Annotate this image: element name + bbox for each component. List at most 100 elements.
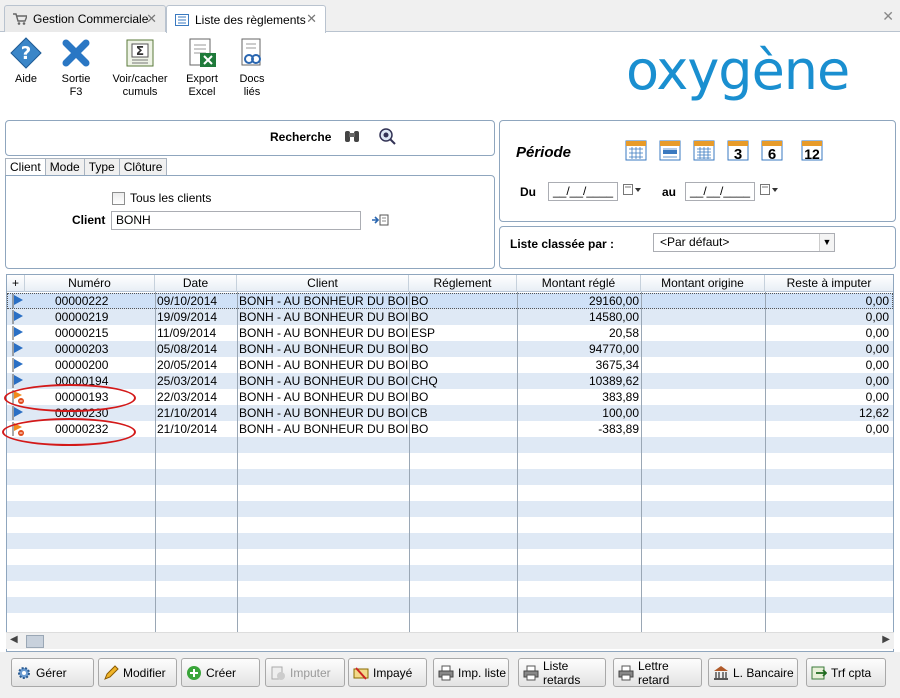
cell-montant-origine	[643, 405, 763, 421]
toolbar: ? Aide Sortie F3 Σ Voir/cacher cumuls Expo…	[0, 33, 900, 113]
binoculars-icon[interactable]	[344, 128, 360, 147]
col-client[interactable]: Client	[237, 275, 409, 292]
cell-reglement: BO	[411, 390, 429, 404]
empty-table-row	[7, 437, 893, 453]
table-row[interactable]: 00000222 09/10/2014 BONH - AU BONHEUR DU B…	[7, 293, 893, 309]
subtab-cloture[interactable]: Clôture	[118, 158, 168, 175]
empty-table-row	[7, 597, 893, 613]
l-bancaire-button[interactable]: L. Bancaire	[708, 658, 798, 687]
oxygene-logo: oxygène	[626, 39, 886, 102]
liste-retards-button[interactable]: Liste retards	[518, 658, 606, 687]
cell-montant-origine	[643, 325, 763, 341]
cell-client: BONH - AU BONHEUR DU BOIS	[239, 374, 409, 388]
calendar-dropdown-icon[interactable]	[760, 184, 780, 199]
imp-liste-button[interactable]: Imp. liste	[433, 658, 509, 687]
cell-date: 05/08/2014	[157, 342, 218, 356]
table-row[interactable]: 00000219 19/09/2014 BONH - AU BONHEUR DU B…	[7, 309, 893, 325]
reglements-grid: + Numéro Date Client Réglement Montant r…	[6, 274, 894, 652]
tous-clients-checkbox[interactable]	[112, 192, 125, 205]
svg-text:?: ?	[21, 43, 31, 64]
client-input[interactable]: BONH	[111, 211, 361, 230]
close-tab-icon[interactable]: ✕	[306, 11, 317, 27]
tri-select[interactable]: <Par défaut> ▼	[653, 233, 835, 252]
date-au-input[interactable]: __/__/____	[685, 182, 755, 201]
table-row[interactable]: 00000194 25/03/2014 BONH - AU BONHEUR DU B…	[7, 373, 893, 389]
periode-panel: Période Du __/__/____ au __/__/____	[499, 120, 896, 222]
calendar-week-icon[interactable]	[659, 138, 681, 162]
col-numero[interactable]: Numéro	[25, 275, 155, 292]
cell-montant-regle: 3675,34	[595, 358, 639, 372]
col-montant-origine[interactable]: Montant origine	[641, 275, 765, 292]
column-divider	[155, 292, 156, 635]
horizontal-scrollbar[interactable]: ◀ ▶	[6, 632, 894, 649]
annotation-circle	[4, 384, 136, 412]
gerer-button[interactable]: Gérer	[11, 658, 94, 687]
tab-liste-reglements[interactable]: Liste des règlements ✕	[166, 5, 326, 33]
cell-numero: 00000215	[55, 326, 109, 340]
close-tab-icon[interactable]: ✕	[146, 11, 157, 27]
date-du-input[interactable]: __/__/____	[548, 182, 618, 201]
voir-cacher-cumuls-button[interactable]: Σ Voir/cacher cumuls	[112, 37, 168, 99]
subtab-mode[interactable]: Mode	[44, 158, 85, 175]
cell-client: BONH - AU BONHEUR DU BOIS	[239, 342, 409, 356]
cell-date: 22/03/2014	[157, 390, 218, 404]
calendar-6-months-icon[interactable]: 6	[761, 138, 783, 163]
subtab-client[interactable]: Client	[5, 158, 46, 176]
imputer-button: Imputer	[265, 658, 345, 687]
client-lookup-icon[interactable]	[371, 213, 389, 230]
cell-date: 21/10/2014	[157, 422, 218, 436]
lettre-retard-button[interactable]: Lettre retard	[613, 658, 702, 687]
document-tab-bar: Gestion Commerciale ✕ Liste des règlemen…	[0, 0, 900, 33]
table-row[interactable]: 00000193 22/03/2014 BONH - AU BONHEUR DU B…	[7, 389, 893, 405]
sortie-button[interactable]: Sortie F3	[50, 37, 102, 99]
close-window-icon[interactable]: ✕	[882, 8, 894, 25]
calendar-dropdown-icon[interactable]	[623, 184, 643, 199]
search-magnifier-icon[interactable]	[378, 127, 396, 148]
blue-flag-icon	[11, 309, 25, 325]
column-divider	[641, 292, 642, 635]
chevron-down-icon[interactable]: ▼	[819, 234, 834, 251]
cell-numero: 00000222	[55, 294, 109, 308]
col-date[interactable]: Date	[155, 275, 237, 292]
column-divider	[237, 292, 238, 635]
col-reste-imputer[interactable]: Reste à imputer	[765, 275, 893, 292]
table-row[interactable]: 00000200 20/05/2014 BONH - AU BONHEUR DU B…	[7, 357, 893, 373]
table-row[interactable]: 00000203 05/08/2014 BONH - AU BONHEUR DU B…	[7, 341, 893, 357]
empty-table-row	[7, 485, 893, 501]
scroll-right-icon[interactable]: ▶	[882, 634, 890, 645]
tab-gestion-commerciale[interactable]: Gestion Commerciale ✕	[4, 5, 166, 32]
scroll-thumb[interactable]	[26, 635, 44, 648]
cell-numero: 00000203	[55, 342, 109, 356]
transfer-icon	[811, 665, 828, 681]
column-divider	[765, 292, 766, 635]
cart-icon	[13, 13, 29, 25]
empty-table-row	[7, 613, 893, 629]
modifier-button[interactable]: Modifier	[98, 658, 177, 687]
logo-text: oxygène	[626, 41, 849, 101]
export-excel-button[interactable]: Export Excel	[176, 37, 228, 99]
table-row[interactable]: 00000215 11/09/2014 BONH - AU BONHEUR DU B…	[7, 325, 893, 341]
table-row[interactable]: 00000232 21/10/2014 BONH - AU BONHEUR DU B…	[7, 421, 893, 437]
trf-cpta-button[interactable]: Trf cpta	[806, 658, 886, 687]
scroll-left-icon[interactable]: ◀	[10, 634, 18, 645]
empty-table-row	[7, 565, 893, 581]
creer-button[interactable]: Créer	[181, 658, 260, 687]
bottom-button-bar: Gérer Modifier Créer Imputer Impayé Imp.…	[0, 652, 900, 698]
col-reglement[interactable]: Réglement	[409, 275, 517, 292]
empty-table-row	[7, 469, 893, 485]
calendar-month-icon[interactable]	[693, 138, 715, 162]
aide-button[interactable]: ? Aide	[0, 37, 52, 86]
docs-lies-button[interactable]: Docs liés	[226, 37, 278, 99]
impaye-button[interactable]: Impayé	[348, 658, 427, 687]
cell-reste-imputer: 0,00	[865, 326, 889, 340]
table-row[interactable]: 00000230 21/10/2014 BONH - AU BONHEUR DU B…	[7, 405, 893, 421]
grid-settings-icon[interactable]: +	[7, 275, 25, 292]
col-montant-regle[interactable]: Montant réglé	[517, 275, 641, 292]
calendar-day-icon[interactable]	[625, 138, 647, 162]
tab-label: Liste des règlements	[195, 12, 306, 27]
calendar-3-months-icon[interactable]: 3	[727, 138, 749, 163]
cell-montant-regle: 94770,00	[588, 342, 639, 356]
subtab-type[interactable]: Type	[83, 158, 120, 175]
cell-montant-regle: 383,89	[602, 390, 639, 404]
calendar-12-months-icon[interactable]: 12	[801, 138, 823, 162]
